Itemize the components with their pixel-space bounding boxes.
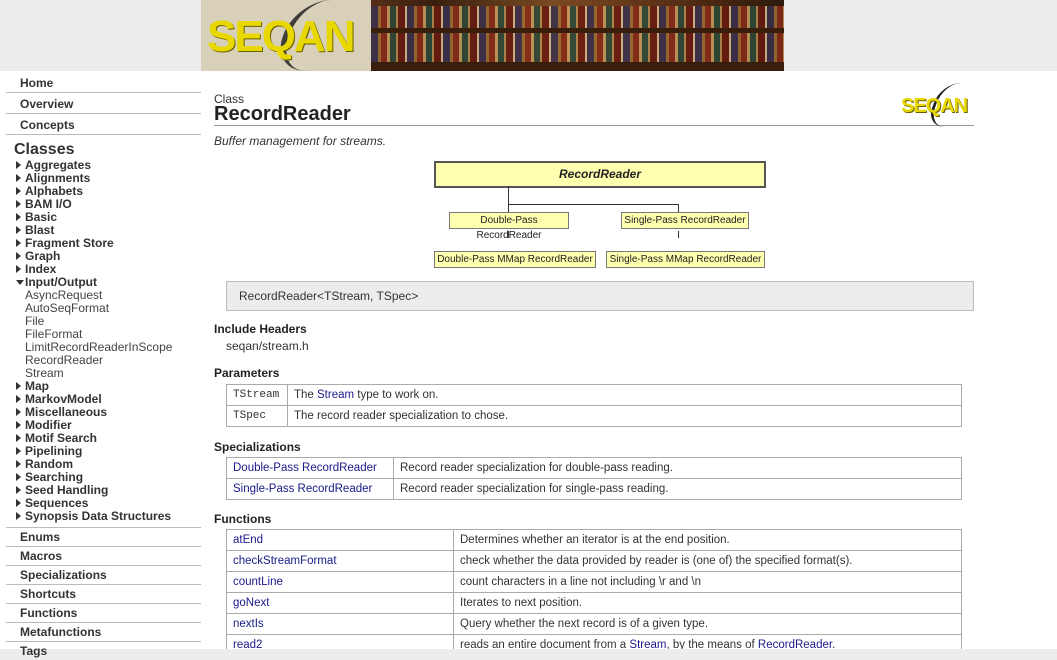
param-desc: The record reader specialization to chos… xyxy=(287,405,962,427)
header-banner: SEQAN xyxy=(201,0,784,71)
nav-concepts[interactable]: Concepts xyxy=(6,116,201,135)
table-row: nextIs Query whether the next record is … xyxy=(226,613,962,635)
nav-overview[interactable]: Overview xyxy=(6,95,201,114)
triangle-right-icon[interactable] xyxy=(16,421,21,429)
table-row: TStream The Stream type to work on. xyxy=(226,384,962,406)
func-desc: count characters in a line not including… xyxy=(453,571,962,593)
table-row: countLine count characters in a line not… xyxy=(226,571,962,593)
sidebar-class-input-output[interactable]: Input/Output xyxy=(0,276,201,289)
nav-tags[interactable]: Tags xyxy=(6,641,201,660)
specializations-table: Double-Pass RecordReader Record reader s… xyxy=(226,457,962,500)
spec-link-double-pass[interactable]: Double-Pass RecordReader xyxy=(233,462,377,474)
func-desc: Iterates to next position. xyxy=(453,592,962,614)
triangle-right-icon[interactable] xyxy=(16,200,21,208)
nav-functions[interactable]: Functions xyxy=(6,603,201,622)
triangle-right-icon[interactable] xyxy=(16,265,21,273)
nav-macros[interactable]: Macros xyxy=(6,546,201,565)
seqan-logo[interactable]: SEQAN xyxy=(207,12,355,62)
nav-enums[interactable]: Enums xyxy=(6,527,201,546)
triangle-right-icon[interactable] xyxy=(16,382,21,390)
param-name: TSpec xyxy=(226,405,288,427)
nav-home[interactable]: Home xyxy=(6,74,201,93)
main-content: Class RecordReader SEQAN Buffer manageme… xyxy=(201,71,1057,649)
func-link-nextis[interactable]: nextIs xyxy=(233,618,264,630)
triangle-right-icon[interactable] xyxy=(16,213,21,221)
func-link-atend[interactable]: atEnd xyxy=(233,534,263,546)
func-link-read2[interactable]: read2 xyxy=(233,639,262,649)
include-file: seqan/stream.h xyxy=(226,339,309,353)
classes-list: Aggregates Alignments Alphabets BAM I/O Basi… xyxy=(0,159,201,523)
triangle-right-icon[interactable] xyxy=(16,486,21,494)
func-link-checkstreamformat[interactable]: checkStreamFormat xyxy=(233,555,337,567)
triangle-right-icon[interactable] xyxy=(16,226,21,234)
triangle-right-icon[interactable] xyxy=(16,447,21,455)
nav-metafunctions[interactable]: Metafunctions xyxy=(6,622,201,641)
spec-link-single-pass[interactable]: Single-Pass RecordReader xyxy=(233,483,372,495)
diagram-double-pass-mmap-box[interactable]: Double-Pass MMap RecordReader xyxy=(434,251,596,268)
functions-table: atEnd Determines whether an iterator is … xyxy=(226,529,962,649)
param-desc: The Stream type to work on. xyxy=(287,384,962,406)
stream-link[interactable]: Stream xyxy=(629,639,666,649)
triangle-right-icon[interactable] xyxy=(16,473,21,481)
diagram-double-pass-box[interactable]: Double-Pass RecordReader xyxy=(449,212,569,241)
specializations-heading: Specializations xyxy=(214,440,301,454)
func-desc: Query whether the next record is of a gi… xyxy=(453,613,962,635)
spec-desc: Record reader specialization for double-… xyxy=(393,457,962,479)
func-link-gonext[interactable]: goNext xyxy=(233,597,269,609)
func-desc: check whether the data provided by reade… xyxy=(453,550,962,572)
nav-shortcuts[interactable]: Shortcuts xyxy=(6,584,201,603)
parameters-table: TStream The Stream type to work on. TSpe… xyxy=(226,384,962,427)
nav-classes-heading[interactable]: Classes xyxy=(0,137,201,159)
table-row: goNext Iterates to next position. xyxy=(226,592,962,614)
sidebar-class-synopsis-data-structures[interactable]: Synopsis Data Structures xyxy=(0,510,201,523)
triangle-right-icon[interactable] xyxy=(16,187,21,195)
title-divider xyxy=(214,125,974,126)
triangle-right-icon[interactable] xyxy=(16,408,21,416)
class-signature: RecordReader<TStream, TSpec> xyxy=(226,281,974,311)
triangle-right-icon[interactable] xyxy=(16,161,21,169)
triangle-right-icon[interactable] xyxy=(16,434,21,442)
nav-specializations[interactable]: Specializations xyxy=(6,565,201,584)
spec-desc: Record reader specialization for single-… xyxy=(393,478,962,500)
diagram-single-pass-mmap-box[interactable]: Single-Pass MMap RecordReader xyxy=(606,251,765,268)
recordreader-link[interactable]: RecordReader xyxy=(758,639,832,649)
func-link-countline[interactable]: countLine xyxy=(233,576,283,588)
table-row: TSpec The record reader specialization t… xyxy=(226,405,962,427)
diagram-single-pass-box[interactable]: Single-Pass RecordReader xyxy=(621,212,749,229)
include-headers-heading: Include Headers xyxy=(214,322,307,336)
func-desc: Determines whether an iterator is at the… xyxy=(453,529,962,551)
triangle-right-icon[interactable] xyxy=(16,395,21,403)
func-desc: reads an entire document from a Stream, … xyxy=(453,634,962,649)
diagram-root-box: RecordReader xyxy=(434,161,766,188)
sections-list: Enums Macros Specializations Shortcuts Funct… xyxy=(0,527,201,660)
triangle-right-icon[interactable] xyxy=(16,174,21,182)
sidebar: Home Overview Concepts Classes Aggregate… xyxy=(0,71,201,658)
table-row: read2 reads an entire document from a St… xyxy=(226,634,962,649)
table-row: checkStreamFormat check whether the data… xyxy=(226,550,962,572)
small-logo-text: SEQAN xyxy=(901,95,968,117)
triangle-right-icon[interactable] xyxy=(16,239,21,247)
top-left-blank xyxy=(0,0,201,71)
triangle-right-icon[interactable] xyxy=(16,252,21,260)
stream-link[interactable]: Stream xyxy=(317,389,354,401)
page-title: RecordReader xyxy=(214,103,351,125)
table-row: Single-Pass RecordReader Record reader s… xyxy=(226,478,962,500)
triangle-right-icon[interactable] xyxy=(16,499,21,507)
seqan-small-logo: SEQAN xyxy=(901,83,973,127)
table-row: atEnd Determines whether an iterator is … xyxy=(226,529,962,551)
triangle-right-icon[interactable] xyxy=(16,460,21,468)
table-row: Double-Pass RecordReader Record reader s… xyxy=(226,457,962,479)
param-name: TStream xyxy=(226,384,288,406)
brief-description: Buffer management for streams. xyxy=(214,134,387,148)
triangle-down-icon[interactable] xyxy=(16,280,24,285)
functions-heading: Functions xyxy=(214,512,272,526)
parameters-heading: Parameters xyxy=(214,366,280,380)
triangle-right-icon[interactable] xyxy=(16,512,21,520)
